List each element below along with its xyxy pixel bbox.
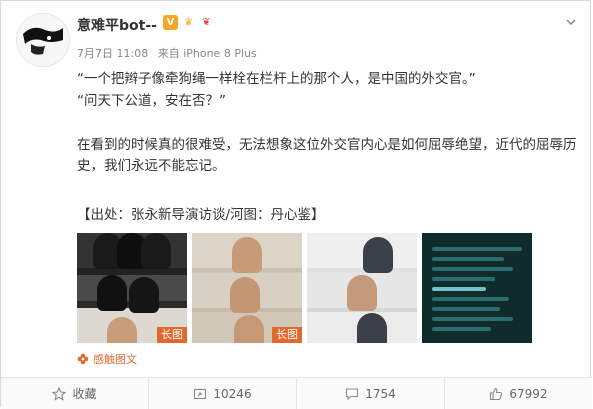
post-source-note: 【出处：张永新导演访谈/河图：丹心鉴】: [77, 207, 325, 223]
avatar[interactable]: [16, 13, 70, 67]
long-image-tag: 长图: [157, 327, 187, 343]
image-decoration: [432, 257, 504, 261]
avatar-image: [17, 14, 69, 66]
image-thumbnail[interactable]: 长图: [77, 233, 187, 343]
weibo-post-card: 意难平bot-- V ♛ ❦ 7月7日 11:08 来自 iPhone 8 Pl…: [0, 0, 592, 409]
chevron-down-icon[interactable]: [564, 15, 578, 29]
gift-icon[interactable]: ❦: [199, 15, 214, 30]
thumbs-up-icon: [490, 387, 503, 400]
comment-icon: [346, 387, 359, 400]
user-badges: V ♛ ❦: [163, 15, 214, 30]
image-grid: 长图 长图: [77, 233, 532, 343]
image-thumbnail[interactable]: 长图: [192, 233, 302, 343]
image-thumbnail[interactable]: [422, 233, 532, 343]
image-decoration: [432, 267, 513, 271]
flower-icon: [77, 353, 89, 365]
image-figure: [230, 277, 260, 313]
comment-button[interactable]: 1754: [297, 378, 445, 409]
post-text-line2: “问天下公道，安在否？”: [77, 93, 226, 109]
image-figure: [97, 275, 127, 311]
repost-count: 10246: [213, 386, 252, 401]
star-icon: [52, 386, 67, 401]
post-time[interactable]: 7月7日 11:08: [77, 47, 148, 60]
image-figure: [107, 317, 137, 343]
image-figure: [363, 237, 393, 273]
image-figure: [232, 237, 262, 273]
touch-image-label: 感触图文: [93, 353, 137, 366]
image-thumbnail[interactable]: [307, 233, 417, 343]
nickname[interactable]: 意难平bot--: [77, 15, 157, 35]
repost-button[interactable]: 10246: [149, 378, 297, 409]
image-figure: [357, 313, 387, 343]
image-decoration: [432, 287, 486, 291]
collect-label: 收藏: [72, 387, 97, 401]
like-button[interactable]: 67992: [445, 378, 592, 409]
image-figure: [129, 277, 159, 313]
post-text-paragraph: 在看到的时候真的很难受，无法想象这位外交官内心是如何屈辱绝望，近代的屈辱历史，我…: [77, 137, 577, 174]
long-image-tag: 长图: [272, 327, 302, 343]
crown-icon[interactable]: ♛: [181, 15, 196, 30]
image-decoration: [432, 317, 513, 321]
image-decoration: [432, 241, 522, 337]
image-decoration: [432, 327, 491, 331]
post-meta: 7月7日 11:08 来自 iPhone 8 Plus: [77, 45, 263, 61]
image-figure: [141, 233, 171, 269]
collect-button[interactable]: 收藏: [1, 378, 149, 409]
action-bar: 收藏 10246 1754 67992: [1, 377, 592, 409]
image-decoration: [432, 277, 495, 281]
image-figure: [347, 275, 377, 311]
verified-icon[interactable]: V: [163, 15, 178, 30]
image-decoration: [432, 307, 500, 311]
comment-count: 1754: [365, 386, 396, 401]
post-source: 来自 iPhone 8 Plus: [157, 47, 257, 60]
image-decoration: [432, 297, 509, 301]
like-count: 67992: [509, 386, 548, 401]
image-figure: [234, 315, 264, 343]
post-text-line1: “一个把辫子像牵狗绳一样栓在栏杆上的那个人，是中国的外交官。”: [77, 71, 476, 87]
touch-image-link[interactable]: 感触图文: [77, 351, 137, 367]
image-decoration: [432, 247, 522, 251]
repost-icon: [194, 388, 207, 399]
